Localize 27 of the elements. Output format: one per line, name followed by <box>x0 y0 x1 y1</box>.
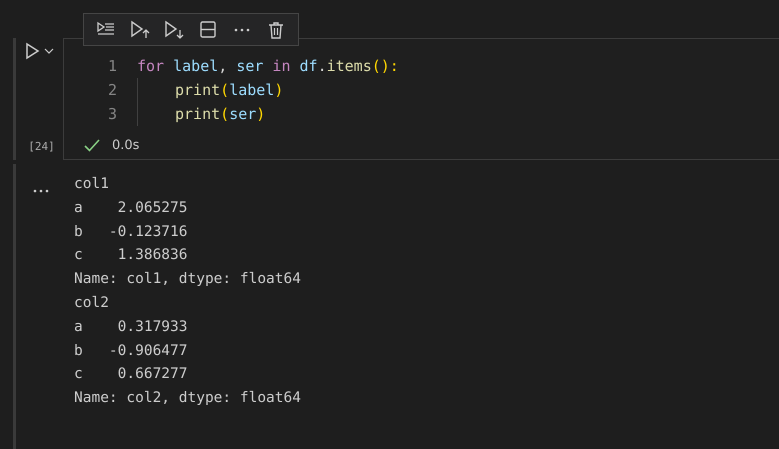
run-below-icon <box>164 20 184 40</box>
output-line: Name: col2, dtype: float64 <box>74 389 301 408</box>
run-above-icon <box>130 20 150 40</box>
line-number: 3 <box>106 105 118 123</box>
code-line: print(ser) <box>175 105 266 123</box>
output-line: Name: col1, dtype: float64 <box>74 270 301 290</box>
run-icon[interactable] <box>25 42 40 60</box>
code-editor[interactable]: 1 for label, ser in df.items(): 2 print(label) 3 print(ser) 0.0s <box>63 38 779 160</box>
output-line: a 0.317933 <box>74 318 188 337</box>
output-line: c 1.386836 <box>74 246 188 266</box>
output-line: b -0.906477 <box>74 342 188 361</box>
code-line: for label, ser in df.items(): <box>137 57 399 75</box>
trash-icon <box>266 20 286 40</box>
output-line: a 2.065275 <box>74 198 188 218</box>
duration: 0.0s <box>112 138 140 153</box>
line-number: 2 <box>106 81 118 99</box>
code-line: print(label) <box>175 81 284 99</box>
output-line: col1 <box>74 175 110 194</box>
more-icon[interactable] <box>33 189 49 193</box>
split-cell-icon <box>198 20 218 40</box>
output-line: col2 <box>74 294 110 313</box>
output-line: c 0.667277 <box>74 365 188 384</box>
output-line: b -0.123716 <box>74 222 188 242</box>
execution-count: [24] <box>27 140 55 155</box>
more-icon <box>234 28 250 32</box>
line-number: 1 <box>106 57 118 75</box>
chevron-down-icon[interactable] <box>44 48 54 54</box>
